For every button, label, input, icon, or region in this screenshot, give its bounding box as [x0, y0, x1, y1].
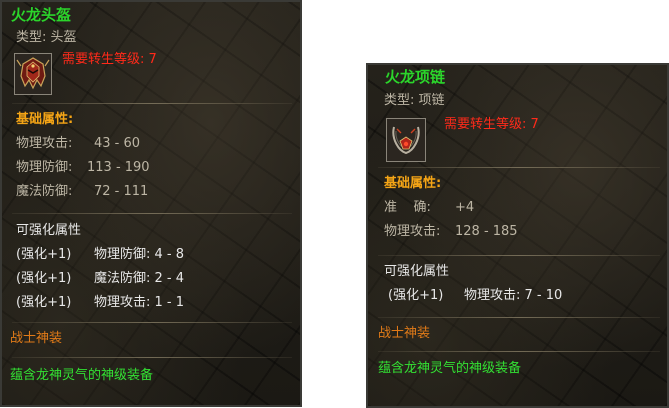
stat-label: 魔法防御:: [16, 184, 73, 199]
stat-label: 物理防御:: [16, 160, 73, 175]
divider: [378, 167, 660, 168]
upgrade-header: 可强化属性: [384, 264, 450, 279]
item-description: 蕴含龙神灵气的神级装备: [378, 361, 522, 376]
upgrade-level: (强化+1): [16, 247, 72, 262]
stat-label: 准 确:: [384, 200, 431, 215]
upgrade-stat: 物理防御: 4 - 8: [94, 247, 185, 262]
divider: [12, 357, 292, 358]
upgrade-level: (强化+1): [388, 288, 444, 303]
stat-value: 43 - 60: [94, 136, 141, 151]
divider: [378, 317, 660, 318]
item-type: 类型: 项链: [384, 93, 445, 108]
upgrade-stat: 物理攻击: 7 - 10: [464, 288, 563, 303]
upgrade-stat: 物理攻击: 1 - 1: [94, 295, 185, 310]
helmet-tooltip: 火龙头盔 类型: 头盔 需要转生等级: 7 基础属性: 物理攻击: 43 - 6…: [0, 0, 302, 407]
upgrade-level: (强化+1): [16, 295, 72, 310]
necklace-tooltip: 火龙项链 类型: 项链 需要转生等级: 7 基础属性: 准 确: +4 物理攻击…: [366, 63, 669, 408]
divider: [12, 213, 292, 214]
upgrade-header: 可强化属性: [16, 223, 82, 238]
item-type: 类型: 头盔: [16, 30, 77, 45]
requirement-text: 需要转生等级: 7: [444, 117, 539, 132]
requirement-text: 需要转生等级: 7: [62, 52, 157, 67]
item-description: 蕴含龙神灵气的神级装备: [10, 368, 154, 383]
divider: [12, 103, 292, 104]
item-icon-slot[interactable]: [14, 53, 52, 95]
dragon-necklace-icon: [387, 119, 425, 161]
stat-value: +4: [455, 200, 475, 215]
divider: [378, 351, 660, 352]
item-name: 火龙头盔: [11, 6, 72, 24]
item-icon-slot[interactable]: [386, 118, 426, 162]
stat-value: 128 - 185: [455, 224, 518, 239]
divider: [12, 322, 292, 323]
dragon-helmet-icon: [15, 54, 51, 94]
base-stats-header: 基础属性:: [16, 112, 74, 127]
stat-label: 物理攻击:: [16, 136, 73, 151]
upgrade-stat: 魔法防御: 2 - 4: [94, 271, 185, 286]
base-stats-header: 基础属性:: [384, 176, 442, 191]
stat-value: 113 - 190: [87, 160, 150, 175]
divider: [378, 255, 660, 256]
upgrade-level: (强化+1): [16, 271, 72, 286]
class-line: 战士神装: [378, 326, 431, 341]
stat-label: 物理攻击:: [384, 224, 441, 239]
item-name: 火龙项链: [385, 68, 446, 86]
stat-value: 72 - 111: [94, 184, 149, 199]
class-line: 战士神装: [10, 331, 63, 346]
